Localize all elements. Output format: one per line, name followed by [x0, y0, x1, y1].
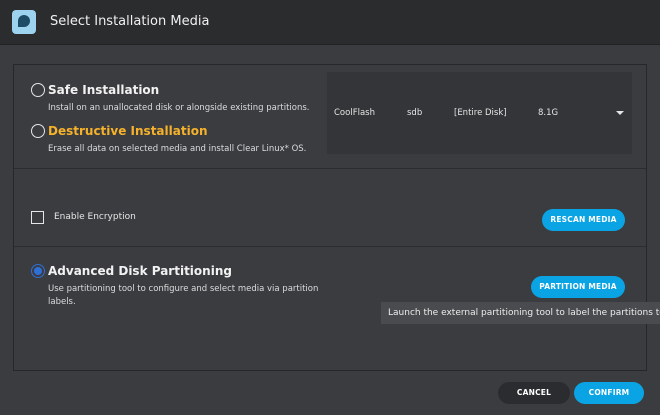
partition-media-button[interactable]: PARTITION MEDIA: [531, 276, 625, 298]
media-size: 8.1G: [538, 108, 559, 118]
divider: [14, 168, 646, 169]
confirm-button[interactable]: CONFIRM: [574, 382, 644, 404]
media-selection-panel: Safe Installation Install on an unalloca…: [13, 64, 647, 371]
enable-encryption-checkbox[interactable]: [31, 211, 44, 224]
destructive-installation-desc: Erase all data on selected media and ins…: [48, 144, 307, 154]
media-partition: [Entire Disk]: [454, 108, 507, 118]
cancel-button[interactable]: CANCEL: [498, 382, 570, 404]
destructive-installation-radio[interactable]: [31, 124, 45, 138]
partition-tooltip: Launch the external partitioning tool to…: [381, 302, 660, 324]
enable-encryption-label[interactable]: Enable Encryption: [54, 212, 136, 222]
rescan-media-button[interactable]: RESCAN MEDIA: [542, 209, 625, 231]
title-bar: Select Installation Media: [0, 0, 660, 45]
safe-installation-radio[interactable]: [31, 83, 45, 97]
advanced-partitioning-desc-2: labels.: [48, 297, 76, 307]
media-selector-dropdown[interactable]: CoolFlash sdb [Entire Disk] 8.1G: [327, 72, 632, 154]
dropdown-caret-icon[interactable]: [616, 111, 624, 115]
app-logo-icon: [12, 10, 36, 34]
media-name: CoolFlash: [334, 108, 375, 118]
advanced-partitioning-desc-1: Use partitioning tool to configure and s…: [48, 284, 319, 294]
media-device: sdb: [407, 108, 423, 118]
advanced-partitioning-title[interactable]: Advanced Disk Partitioning: [48, 264, 232, 278]
divider: [14, 246, 646, 247]
safe-installation-title[interactable]: Safe Installation: [48, 83, 159, 97]
advanced-partitioning-radio[interactable]: [31, 264, 45, 278]
window-title: Select Installation Media: [50, 14, 210, 29]
safe-installation-desc: Install on an unallocated disk or alongs…: [48, 103, 310, 113]
destructive-installation-title[interactable]: Destructive Installation: [48, 124, 208, 138]
